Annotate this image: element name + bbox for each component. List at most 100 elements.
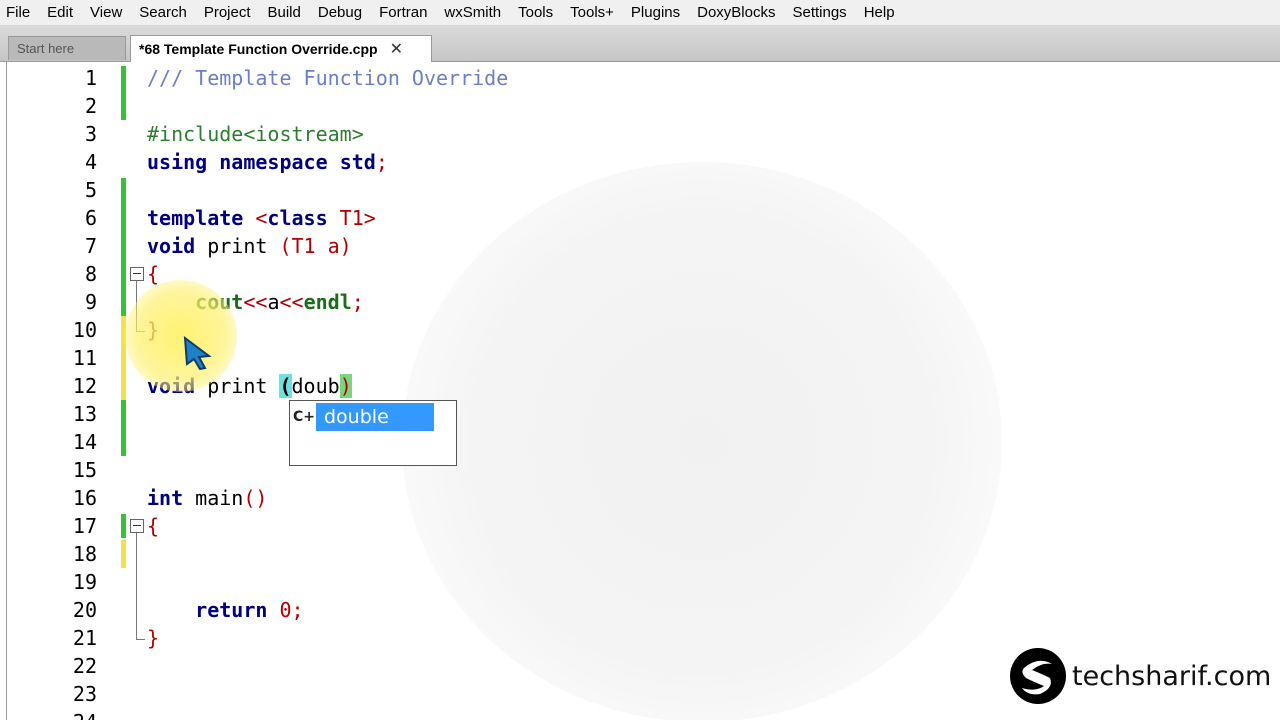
operator: <<	[279, 290, 304, 314]
line-number: 14	[72, 430, 97, 454]
line-number: 24	[7, 708, 97, 720]
brace: {	[147, 514, 160, 538]
matched-paren: (	[279, 374, 292, 398]
autocomplete-item[interactable]: C+ double	[293, 403, 434, 431]
comment: /// Template Function Override	[147, 66, 509, 90]
menu-item-search[interactable]: Search	[133, 0, 187, 26]
symbol: T1>	[327, 206, 376, 230]
mouse-cursor-icon	[183, 335, 212, 370]
line-number-gutter: 123456789101112131415161718192021222324	[7, 62, 119, 720]
keyword: class	[267, 206, 328, 230]
semicolon: ;	[375, 150, 388, 174]
background-logo	[402, 162, 1002, 720]
menu-item-fortran[interactable]: Fortran	[373, 0, 427, 26]
line-number: 20	[72, 598, 97, 622]
tab-start-here[interactable]: Start here	[8, 36, 126, 60]
line-number: 4	[84, 150, 97, 174]
identifier: std	[339, 150, 376, 174]
menu-item-debug[interactable]: Debug	[312, 0, 362, 26]
identifier: endl	[303, 290, 352, 314]
typed-text: doub	[291, 374, 340, 398]
keyword: using	[147, 150, 208, 174]
code-line-1[interactable]: /// Template Function Override	[147, 64, 508, 92]
change-marker	[121, 514, 126, 538]
keyword: return	[195, 598, 268, 622]
symbol: <	[243, 206, 268, 230]
line-number: 1	[84, 66, 97, 90]
line-number: 15	[72, 458, 97, 482]
close-icon[interactable]: ✕	[390, 39, 403, 59]
code-line-7[interactable]: void print (T1 a)	[147, 232, 352, 260]
line-number: 10	[72, 318, 97, 342]
menu-item-build[interactable]: Build	[262, 0, 301, 26]
tab-start-here-label: Start here	[17, 41, 75, 56]
matched-paren: )	[339, 374, 352, 398]
keyword-icon: C+	[293, 409, 316, 425]
line-number: 5	[84, 178, 97, 202]
line-number: 19	[72, 570, 97, 594]
code-line-17[interactable]: {	[147, 512, 159, 540]
keyword: template	[147, 206, 244, 230]
keyword: namespace	[219, 150, 328, 174]
code-line-8[interactable]: {	[147, 260, 159, 288]
menu-item-tools[interactable]: Tools	[512, 0, 553, 26]
menu-item-project[interactable]: Project	[198, 0, 251, 26]
identifier: a	[267, 290, 280, 314]
fold-end	[136, 639, 145, 640]
code-line-6[interactable]: template <class T1>	[147, 204, 376, 232]
menu-item-edit[interactable]: Edit	[41, 0, 73, 26]
menu-item-help[interactable]: Help	[858, 0, 895, 26]
menu-item-view[interactable]: View	[84, 0, 122, 26]
line-number: 16	[72, 486, 97, 510]
change-marker	[121, 178, 126, 316]
menu-item-settings[interactable]: Settings	[786, 0, 846, 26]
watermark: techsharif.com	[1010, 648, 1271, 704]
semicolon: ;	[351, 290, 364, 314]
autocomplete-popup[interactable]: C+ double	[289, 400, 457, 466]
code-line-20[interactable]: return 0;	[147, 596, 304, 624]
line-number: 11	[72, 346, 97, 370]
brace: {	[147, 262, 160, 286]
tab-active-file[interactable]: *68 Template Function Override.cpp ✕	[130, 35, 432, 62]
function-name: main	[183, 486, 244, 510]
line-number: 23	[72, 682, 97, 706]
fold-toggle-icon[interactable]	[130, 519, 144, 533]
menu-item-file[interactable]: File	[0, 0, 30, 26]
tab-active-file-label: *68 Template Function Override.cpp	[139, 41, 378, 57]
menu-item-plugins[interactable]: Plugins	[625, 0, 680, 26]
autocomplete-suggestion[interactable]: double	[316, 403, 434, 431]
change-marker	[121, 66, 126, 120]
menu-item-doxyblocks[interactable]: DoxyBlocks	[691, 0, 775, 26]
line-number: 2	[84, 94, 97, 118]
code-line-3[interactable]: #include<iostream>	[147, 120, 364, 148]
keyword: int	[147, 486, 184, 510]
fold-toggle-icon[interactable]	[130, 267, 144, 281]
code-line-21[interactable]: }	[147, 624, 159, 652]
semicolon: ;	[291, 598, 304, 622]
line-number: 13	[72, 402, 97, 426]
menu-item-wxsmith[interactable]: wxSmith	[438, 0, 501, 26]
keyword: void	[147, 234, 196, 258]
include-directive: #include<iostream>	[147, 122, 364, 146]
line-number: 22	[72, 654, 97, 678]
menu-bar: File Edit View Search Project Build Debug Fortr…	[0, 0, 1280, 26]
tab-strip: Start here *68 Template Function Overrid…	[0, 26, 1280, 62]
function-name: print	[195, 234, 280, 258]
code-line-16[interactable]: int main()	[147, 484, 267, 512]
line-number: 12	[72, 374, 97, 398]
operator: <<	[243, 290, 268, 314]
line-number: 17	[72, 514, 97, 538]
line-number: 6	[84, 206, 97, 230]
change-marker	[121, 400, 126, 456]
parameters: (T1 a)	[279, 234, 352, 258]
parens: ()	[243, 486, 268, 510]
line-number: 9	[84, 290, 97, 314]
code-editor[interactable]: 123456789101112131415161718192021222324 …	[6, 62, 1274, 720]
change-marker	[121, 540, 126, 568]
code-line-4[interactable]: using namespace std;	[147, 148, 388, 176]
watermark-text: techsharif.com	[1072, 660, 1272, 692]
menu-item-tools[interactable]: Tools+	[564, 0, 614, 26]
line-number: 21	[72, 626, 97, 650]
brand-logo-icon	[1010, 648, 1066, 704]
